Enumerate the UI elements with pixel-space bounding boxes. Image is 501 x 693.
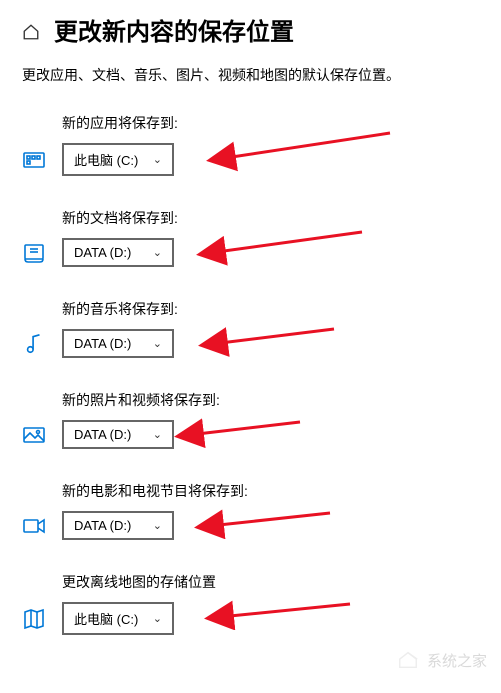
music-location-dropdown[interactable]: DATA (D:) ⌄: [62, 329, 174, 358]
maps-icon: [22, 607, 46, 631]
apps-icon: [22, 148, 46, 172]
page-description: 更改应用、文档、音乐、图片、视频和地图的默认保存位置。: [22, 65, 479, 85]
maps-label: 更改离线地图的存储位置: [62, 572, 479, 592]
watermark: 系统之家: [395, 649, 487, 671]
chevron-down-icon: ⌄: [153, 428, 162, 441]
apps-location-value: 此电脑 (C:): [74, 150, 138, 169]
chevron-down-icon: ⌄: [153, 246, 162, 259]
photos-location-value: DATA (D:): [74, 427, 131, 442]
movies-label: 新的电影和电视节目将保存到:: [62, 481, 479, 501]
chevron-down-icon: ⌄: [153, 337, 162, 350]
music-location-value: DATA (D:): [74, 336, 131, 351]
apps-location-dropdown[interactable]: 此电脑 (C:) ⌄: [62, 143, 174, 176]
maps-location-dropdown[interactable]: 此电脑 (C:) ⌄: [62, 602, 174, 635]
apps-label: 新的应用将保存到:: [62, 113, 479, 133]
movies-location-dropdown[interactable]: DATA (D:) ⌄: [62, 511, 174, 540]
maps-location-value: 此电脑 (C:): [74, 609, 138, 628]
music-label: 新的音乐将保存到:: [62, 299, 479, 319]
documents-icon: [22, 241, 46, 265]
home-icon[interactable]: [22, 23, 40, 41]
chevron-down-icon: ⌄: [153, 153, 162, 166]
photos-location-dropdown[interactable]: DATA (D:) ⌄: [62, 420, 174, 449]
documents-location-dropdown[interactable]: DATA (D:) ⌄: [62, 238, 174, 267]
photos-icon: [22, 423, 46, 447]
documents-label: 新的文档将保存到:: [62, 208, 479, 228]
movies-icon: [22, 514, 46, 538]
page-title: 更改新内容的保存位置: [54, 12, 294, 47]
movies-location-value: DATA (D:): [74, 518, 131, 533]
documents-location-value: DATA (D:): [74, 245, 131, 260]
chevron-down-icon: ⌄: [153, 612, 162, 625]
music-icon: [22, 332, 46, 356]
chevron-down-icon: ⌄: [153, 519, 162, 532]
photos-label: 新的照片和视频将保存到:: [62, 390, 479, 410]
